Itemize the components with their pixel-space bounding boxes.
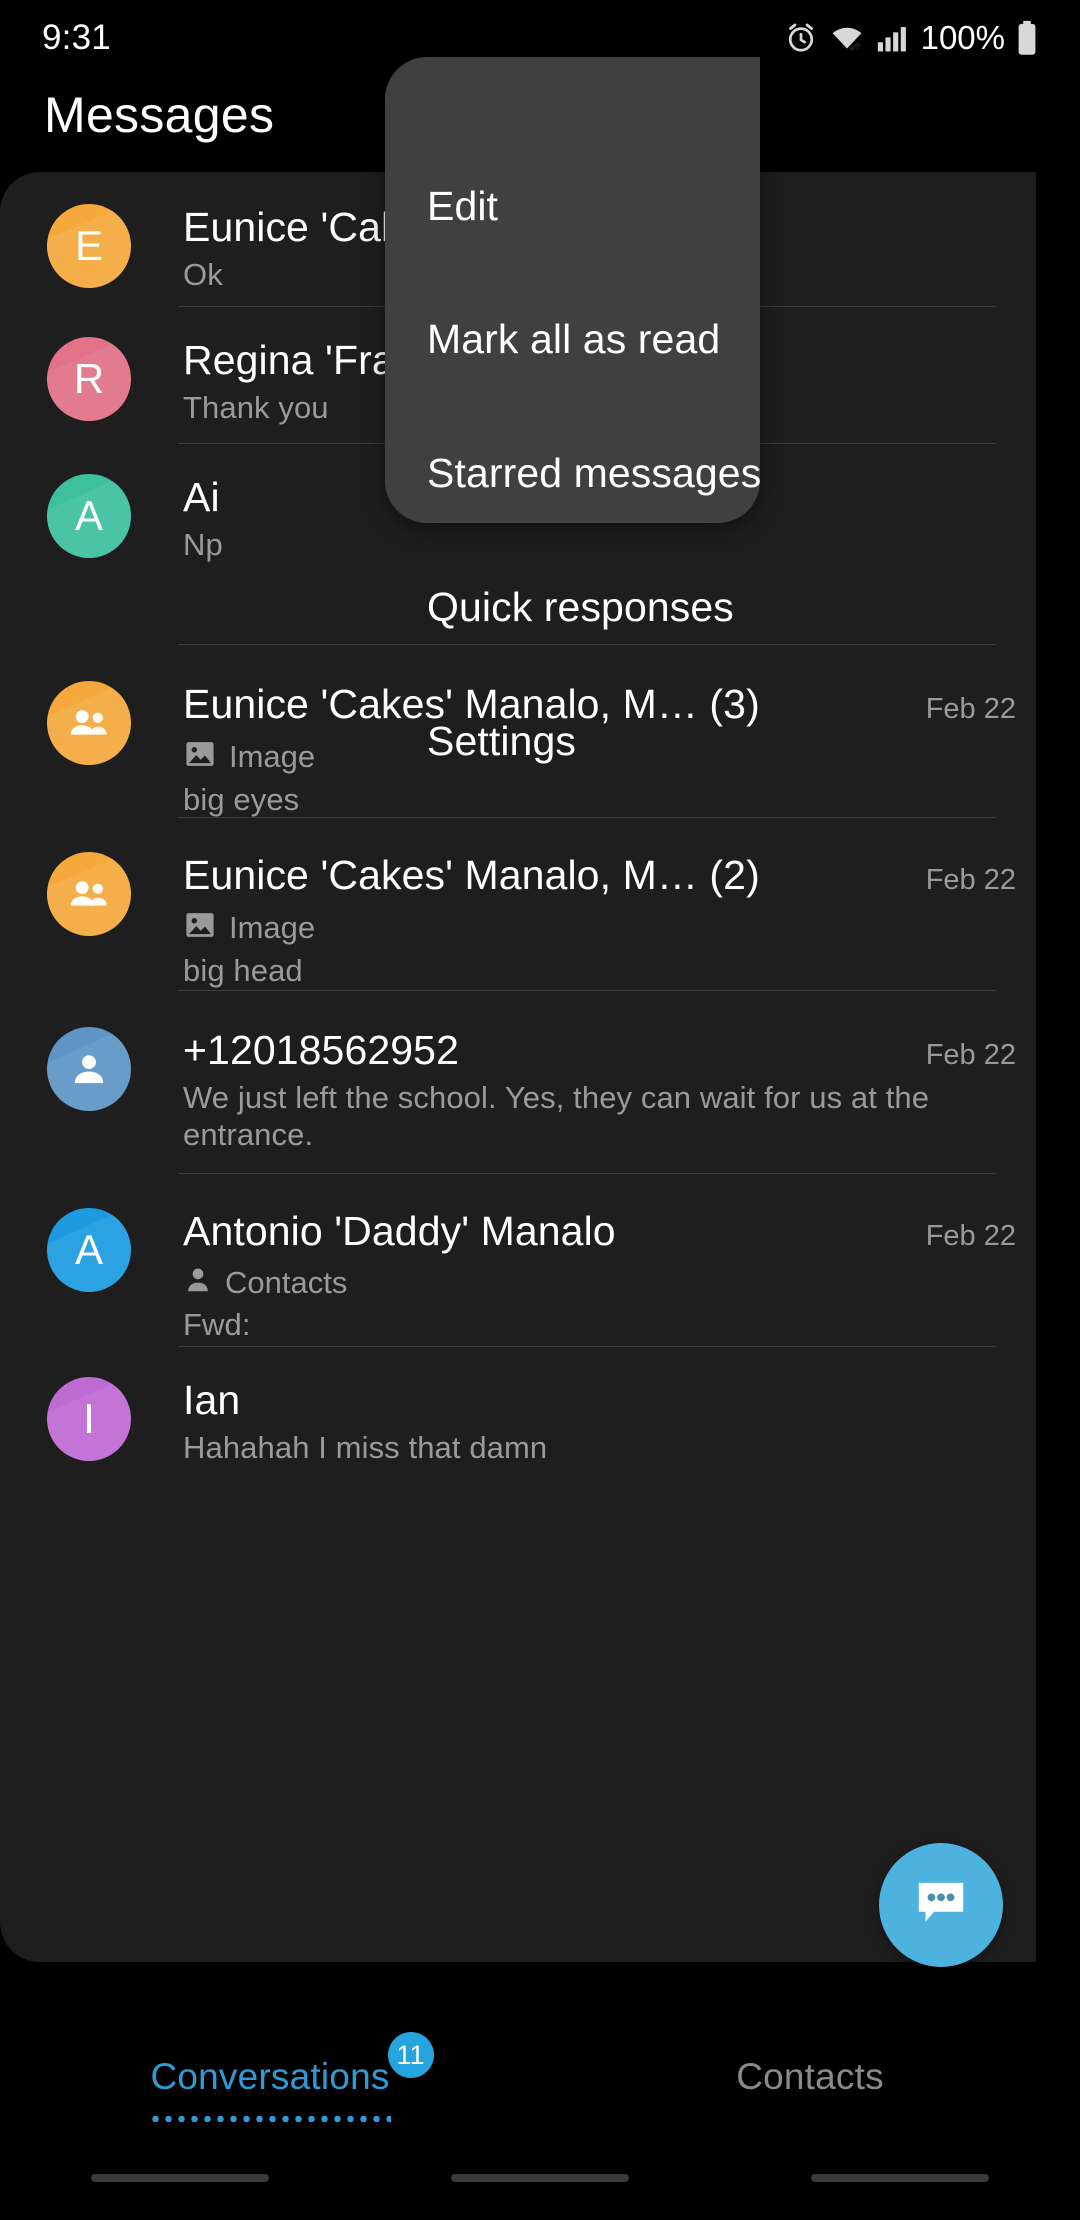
menu-item-mark-all-as-read[interactable]: Mark all as read (427, 316, 720, 363)
conversation-name: Ian (183, 1377, 241, 1423)
avatar: E (41, 204, 137, 288)
avatar: R (41, 337, 137, 421)
new-message-fab[interactable] (879, 1843, 1003, 1967)
page-title: Messages (44, 87, 275, 143)
tab-conversations[interactable]: Conversations 11 (0, 2018, 540, 2136)
menu-item-edit[interactable]: Edit (427, 183, 498, 230)
attachment-indicator: Contacts (183, 1264, 1016, 1301)
battery-icon (1016, 20, 1038, 56)
attachment-indicator: Image (183, 908, 1016, 947)
phone-screen: 9:31 100% Messages E Eunice 'Cakes' Ok R… (0, 0, 1080, 2220)
overflow-menu[interactable]: Edit Mark all as read Starred messages Q… (385, 57, 761, 764)
person-avatar (47, 1027, 131, 1111)
group-avatar (47, 852, 131, 936)
conversation-date: Feb 22 (925, 693, 1016, 725)
conversation-name: Eunice 'Cakes' Manalo, M… (2) (183, 852, 760, 898)
conversation-name: Ai (183, 474, 220, 520)
status-time: 9:31 (42, 18, 111, 57)
list-item[interactable]: A Antonio 'Daddy' Manalo Feb 22 Contacts (0, 1174, 1036, 1346)
gesture-back-pill[interactable] (91, 2174, 269, 2182)
list-item[interactable]: I Ian Hahahah I miss that damn (0, 1347, 1036, 1487)
group-avatar (47, 681, 131, 765)
attachment-label: Contacts (225, 1264, 348, 1300)
avatar (41, 681, 137, 765)
attachment-indicator: Image (183, 737, 1016, 776)
avatar (41, 1027, 137, 1111)
list-item[interactable]: Eunice 'Cakes' Manalo, M… (2) Feb 22 Ima… (0, 818, 1036, 990)
image-icon (183, 908, 217, 947)
attachment-label: Image (229, 738, 316, 774)
avatar-letter: E (74, 222, 103, 269)
avatar-letter: I (83, 1395, 95, 1442)
conversation-date: Feb 22 (925, 1220, 1016, 1252)
attachment-label: Image (229, 909, 316, 945)
conversations-badge: 11 (387, 2032, 434, 2078)
gesture-home-pill[interactable] (451, 2174, 629, 2182)
contact-icon (183, 1264, 213, 1301)
new-message-icon (910, 1872, 972, 1939)
status-icons: 100% (784, 19, 1038, 57)
conversation-preview: Hahahah I miss that damn (183, 1430, 548, 1465)
avatar: A (41, 1208, 137, 1292)
bottom-navigation: Conversations 11 Contacts (0, 2018, 1080, 2136)
avatar (41, 852, 137, 936)
conversation-date: Feb 22 (925, 864, 1016, 896)
conversation-name: Antonio 'Daddy' Manalo (183, 1208, 616, 1254)
alarm-icon (784, 21, 818, 55)
gesture-navigation-bar (0, 2136, 1080, 2220)
group-people-icon (70, 881, 107, 906)
wifi-icon (829, 21, 865, 55)
conversation-preview: big eyes (183, 782, 300, 817)
conversation-preview: big head (183, 953, 303, 988)
list-item[interactable]: +12018562952 Feb 22 We just left the sch… (0, 991, 1036, 1167)
avatar-letter: A (74, 492, 103, 539)
battery-percent-label: 100% (920, 19, 1005, 56)
tab-conversations-label: Conversations (150, 2056, 390, 2097)
conversation-preview: Np (183, 527, 223, 562)
person-icon (74, 1055, 104, 1084)
image-icon (183, 737, 217, 776)
avatar: A (41, 474, 137, 558)
menu-item-starred-messages[interactable]: Starred messages (427, 450, 761, 497)
active-tab-indicator (149, 2116, 391, 2122)
avatar-letter: A (74, 1226, 103, 1273)
conversation-name: +12018562952 (183, 1027, 459, 1073)
avatar: I (41, 1377, 137, 1461)
avatar-letter: R (73, 355, 105, 402)
menu-item-settings[interactable]: Settings (427, 718, 576, 765)
conversation-preview: We just left the school. Yes, they can w… (183, 1080, 930, 1152)
gesture-recents-pill[interactable] (811, 2174, 989, 2182)
signal-icon (876, 21, 908, 55)
tab-contacts[interactable]: Contacts (540, 2018, 1080, 2136)
tab-contacts-label: Contacts (736, 2056, 884, 2097)
conversation-date: Feb 22 (925, 1039, 1016, 1071)
menu-item-quick-responses[interactable]: Quick responses (427, 584, 734, 631)
conversation-preview: Fwd: (183, 1307, 251, 1342)
group-people-icon (70, 710, 107, 735)
